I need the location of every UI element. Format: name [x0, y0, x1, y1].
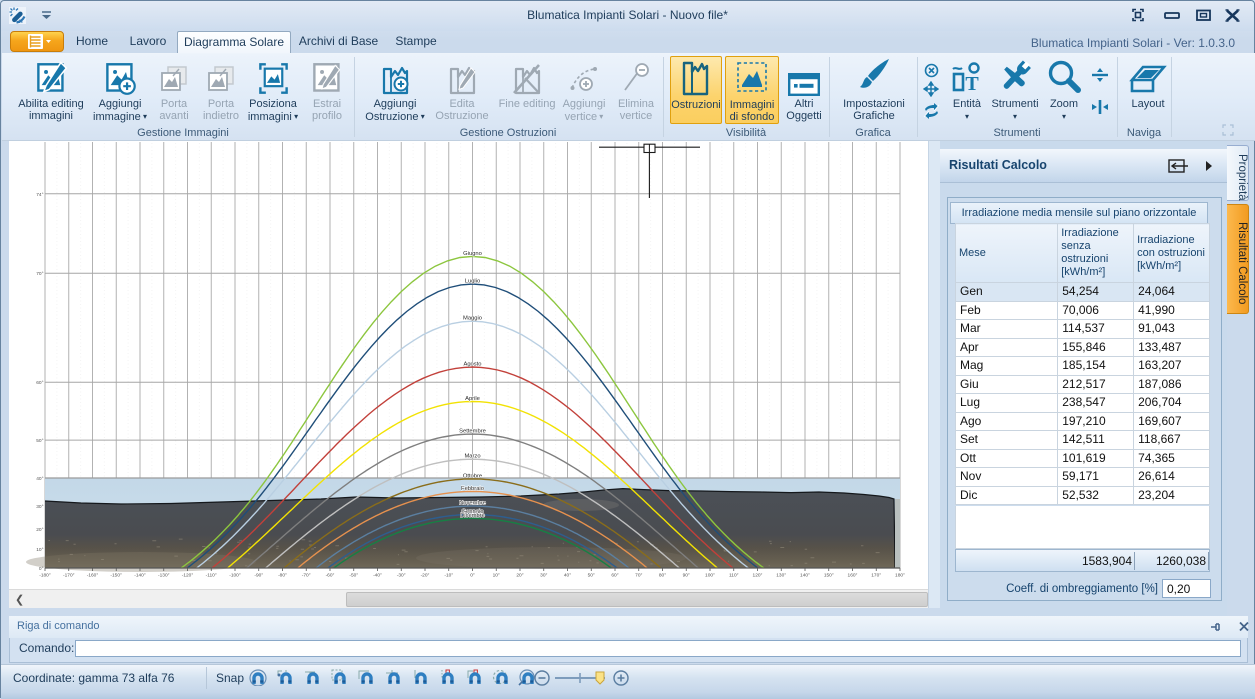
svg-text:70°: 70° [36, 271, 43, 277]
svg-text:20°: 20° [516, 573, 523, 579]
svg-text:20°: 20° [36, 527, 43, 533]
svg-text:-140°: -140° [134, 573, 146, 579]
svg-text:-90°: -90° [254, 573, 263, 579]
svg-text:10°: 10° [36, 547, 43, 553]
svg-text:100°: 100° [705, 573, 715, 579]
svg-text:90°: 90° [683, 573, 690, 579]
svg-text:Aprile: Aprile [465, 396, 480, 402]
svg-text:170°: 170° [871, 573, 881, 579]
svg-text:Giugno: Giugno [463, 251, 482, 257]
svg-text:-130°: -130° [158, 573, 170, 579]
svg-text:T: T [965, 73, 979, 95]
svg-text:60°: 60° [611, 573, 618, 579]
svg-text:-170°: -170° [63, 573, 75, 579]
svg-text:-20°: -20° [421, 573, 430, 579]
svg-text:130°: 130° [776, 573, 786, 579]
svg-text:30°: 30° [36, 504, 43, 510]
svg-text:120°: 120° [753, 573, 763, 579]
svg-text:0°: 0° [470, 573, 475, 579]
svg-text:-150°: -150° [110, 573, 122, 579]
svg-text:80°: 80° [659, 573, 666, 579]
svg-text:-40°: -40° [373, 573, 382, 579]
svg-text:Maggio: Maggio [463, 316, 482, 322]
svg-text:Settembre: Settembre [459, 429, 486, 435]
svg-text:-160°: -160° [87, 573, 99, 579]
svg-text:-70°: -70° [302, 573, 311, 579]
svg-text:-50°: -50° [349, 573, 358, 579]
svg-text:-180°: -180° [39, 573, 51, 579]
svg-text:0°: 0° [39, 566, 44, 572]
svg-text:30°: 30° [540, 573, 547, 579]
svg-text:150°: 150° [824, 573, 834, 579]
svg-text:-30°: -30° [397, 573, 406, 579]
svg-text:Febbraio: Febbraio [461, 486, 484, 492]
svg-text:Ottobre: Ottobre [463, 473, 482, 479]
svg-text:140°: 140° [800, 573, 810, 579]
svg-text:-60°: -60° [326, 573, 335, 579]
svg-text:Novembre: Novembre [459, 501, 486, 507]
svg-text:Marzo: Marzo [464, 454, 480, 460]
svg-text:74°: 74° [36, 192, 43, 198]
svg-text:70°: 70° [635, 573, 642, 579]
svg-text:10°: 10° [493, 573, 500, 579]
svg-text:180°: 180° [895, 573, 905, 579]
svg-text:-10°: -10° [444, 573, 453, 579]
svg-text:40°: 40° [36, 476, 43, 482]
svg-text:-100°: -100° [229, 573, 241, 579]
svg-text:110°: 110° [729, 573, 739, 579]
svg-text:40°: 40° [564, 573, 571, 579]
svg-text:-120°: -120° [182, 573, 194, 579]
svg-text:Luglio: Luglio [465, 279, 480, 285]
svg-text:-110°: -110° [206, 573, 217, 579]
svg-text:Dicembre: Dicembre [460, 513, 485, 519]
svg-text:50°: 50° [588, 573, 595, 579]
svg-text:Agosto: Agosto [463, 362, 481, 368]
svg-text:50°: 50° [36, 438, 43, 444]
svg-text:-80°: -80° [278, 573, 287, 579]
svg-text:60°: 60° [36, 380, 43, 386]
svg-text:160°: 160° [848, 573, 858, 579]
